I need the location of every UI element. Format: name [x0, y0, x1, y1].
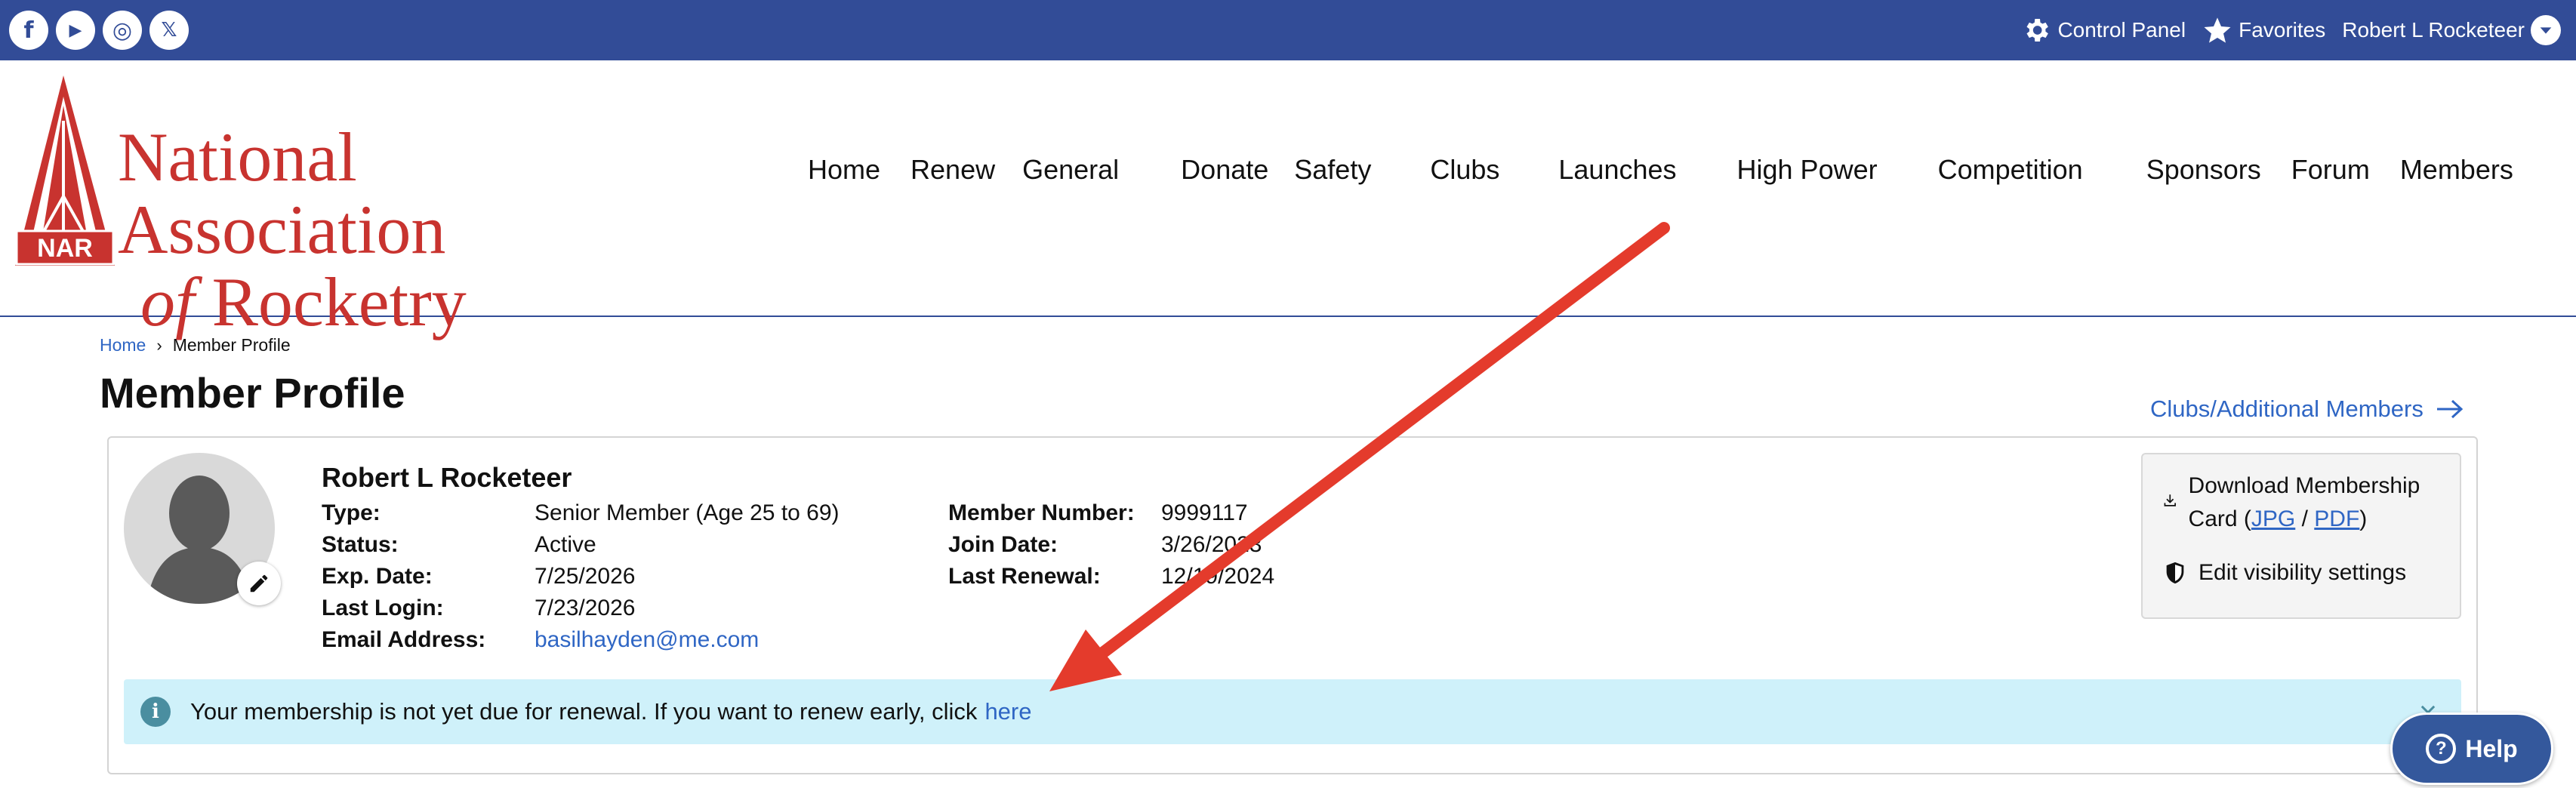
- edit-visibility-label: Edit visibility settings: [2199, 560, 2407, 585]
- download-slash: /: [2295, 506, 2315, 531]
- logo-line-1: National Association: [118, 119, 446, 268]
- alert-text: Your membership is not yet due for renew…: [190, 698, 978, 725]
- question-icon: ?: [2426, 734, 2457, 764]
- type-value: Senior Member (Age 25 to 69): [535, 500, 840, 525]
- top-utility-bar: f ▶ ◎ 𝕏 Control Panel Favorites Robert L…: [0, 0, 2576, 60]
- nav-renew[interactable]: Renew: [911, 154, 995, 186]
- shield-icon: [2166, 562, 2184, 584]
- star-icon: [2204, 17, 2231, 43]
- site-header: NAR National Association of Rocketry Hom…: [0, 60, 2576, 338]
- type-label: Type:: [322, 500, 381, 525]
- user-menu-area: Control Panel Favorites Robert L Rockete…: [2021, 15, 2561, 45]
- breadcrumb-separator-icon: ›: [156, 335, 162, 355]
- arrow-right-icon: [2436, 399, 2464, 419]
- breadcrumb-home[interactable]: Home: [100, 335, 146, 356]
- status-label: Status:: [322, 532, 399, 557]
- gear-icon: [2026, 19, 2049, 42]
- help-button[interactable]: ? Help: [2390, 713, 2553, 785]
- facebook-icon[interactable]: f: [9, 11, 48, 50]
- download-close-paren: ): [2359, 506, 2368, 531]
- youtube-icon[interactable]: ▶: [56, 11, 95, 50]
- page-title: Member Profile: [100, 369, 405, 417]
- user-name: Robert L Rocketeer: [2342, 18, 2525, 42]
- social-links: f ▶ ◎ 𝕏: [9, 11, 189, 50]
- control-panel-label: Control Panel: [2057, 18, 2186, 42]
- nav-donate[interactable]: Donate: [1181, 154, 1268, 186]
- breadcrumb: Home › Member Profile: [100, 335, 291, 356]
- instagram-icon[interactable]: ◎: [103, 11, 142, 50]
- join-date-label: Join Date:: [948, 532, 1058, 557]
- exp-date-label: Exp. Date:: [322, 564, 433, 589]
- download-jpg-link[interactable]: JPG: [2251, 506, 2295, 531]
- edit-visibility-link[interactable]: Edit visibility settings: [2162, 560, 2440, 586]
- email-link[interactable]: basilhayden@me.com: [535, 625, 948, 655]
- download-pdf-link[interactable]: PDF: [2314, 506, 2359, 531]
- nav-high-power[interactable]: High Power: [1737, 154, 1878, 186]
- clubs-additional-members-link[interactable]: Clubs/Additional Members: [2150, 396, 2464, 423]
- help-label: Help: [2465, 734, 2518, 762]
- breadcrumb-current: Member Profile: [172, 335, 291, 355]
- last-login-label: Last Login:: [322, 596, 444, 620]
- logo-rocketry: Rocketry: [211, 263, 467, 340]
- user-menu[interactable]: Robert L Rocketeer: [2342, 15, 2561, 45]
- favorites-link[interactable]: Favorites: [2202, 15, 2325, 45]
- pencil-icon: [250, 574, 268, 593]
- membership-actions-box: Download Membership Card (JPG / PDF) Edi…: [2141, 453, 2461, 619]
- renew-early-link[interactable]: here: [984, 698, 1031, 725]
- logo-badge-text: NAR: [37, 234, 93, 263]
- nav-competition[interactable]: Competition: [1938, 154, 2083, 186]
- clubs-link-label: Clubs/Additional Members: [2150, 396, 2423, 422]
- download-card-row: Download Membership Card (JPG / PDF): [2162, 469, 2440, 536]
- download-card-text: Download Membership Card (JPG / PDF): [2189, 469, 2440, 536]
- nav-members[interactable]: Members: [2400, 154, 2513, 186]
- main-nav: Home Renew General Donate Safety Clubs L…: [808, 154, 2513, 186]
- logo-line-2: of Rocketry: [118, 266, 639, 338]
- status-value: Active: [535, 532, 596, 557]
- nav-launches[interactable]: Launches: [1558, 154, 1676, 186]
- info-icon: i: [140, 697, 171, 727]
- logo-of: of: [140, 263, 195, 340]
- last-renewal-label: Last Renewal:: [948, 564, 1101, 589]
- nar-logo[interactable]: NAR National Association of Rocketry: [12, 75, 639, 338]
- favorites-label: Favorites: [2239, 18, 2326, 42]
- control-panel-link[interactable]: Control Panel: [2021, 15, 2186, 45]
- nav-safety[interactable]: Safety: [1294, 154, 1371, 186]
- renewal-info-alert: i Your membership is not yet due for ren…: [124, 679, 2461, 744]
- email-label: Email Address:: [322, 627, 486, 652]
- x-twitter-icon[interactable]: 𝕏: [149, 11, 189, 50]
- download-icon: [2164, 494, 2176, 506]
- nav-sponsors[interactable]: Sponsors: [2146, 154, 2261, 186]
- member-profile-card: Robert L Rocketeer Type: Senior Member (…: [107, 436, 2478, 774]
- last-login-value: 7/23/2026: [535, 596, 636, 620]
- rocket-logo-icon: NAR: [15, 75, 115, 266]
- chevron-down-icon: [2531, 15, 2561, 45]
- nav-home[interactable]: Home: [808, 154, 880, 186]
- nav-general[interactable]: General: [1022, 154, 1119, 186]
- nav-clubs[interactable]: Clubs: [1430, 154, 1499, 186]
- member-number-label: Member Number:: [948, 500, 1135, 525]
- last-renewal-value: 12/19/2024: [1161, 564, 1275, 589]
- logo-wordmark: National Association of Rocketry: [118, 121, 639, 338]
- member-number-value: 9999117: [1161, 500, 1248, 525]
- member-name: Robert L Rocketeer: [322, 462, 572, 493]
- join-date-value: 3/26/2023: [1161, 532, 1262, 557]
- edit-avatar-button[interactable]: [237, 562, 281, 605]
- member-info-grid: Type: Senior Member (Age 25 to 69) Membe…: [322, 498, 1357, 655]
- exp-date-value: 7/25/2026: [535, 564, 636, 589]
- nav-forum[interactable]: Forum: [2291, 154, 2370, 186]
